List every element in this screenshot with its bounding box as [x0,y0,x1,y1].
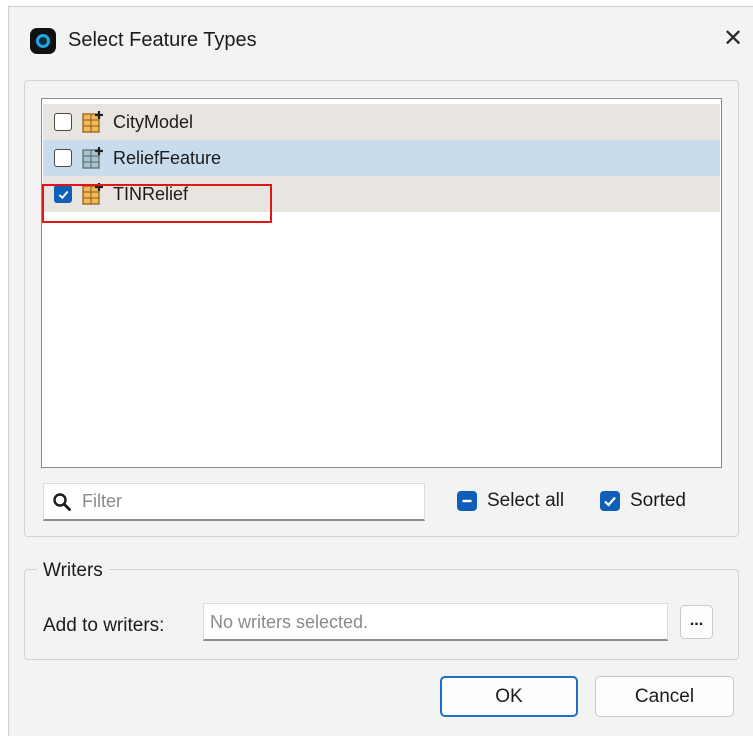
search-icon [53,492,71,511]
title-bar: Select Feature Types ✕ [9,7,753,73]
writers-legend: Writers [37,560,109,582]
sorted-label: Sorted [630,490,686,511]
tristate-minus-icon [457,491,477,511]
browse-writers-button[interactable]: ... [680,605,713,639]
feature-type-table-icon [82,111,103,133]
feature-type-table-icon [82,147,103,169]
checkbox-citymodel[interactable] [54,113,72,131]
filter-box [43,483,425,521]
sorted-checkbox[interactable]: Sorted [600,490,686,512]
ok-button[interactable]: OK [440,676,578,717]
list-item-relieffeature[interactable]: ReliefFeature [43,140,720,176]
cancel-button[interactable]: Cancel [595,676,734,717]
select-all-label: Select all [487,490,565,511]
add-to-writers-label: Add to writers: [43,615,165,636]
checkbox-relieffeature[interactable] [54,149,72,167]
list-item-label: ReliefFeature [113,147,222,168]
list-item-label: CityModel [113,111,194,132]
selection-highlight-box [42,184,272,223]
checkmark-icon [600,491,620,511]
filter-input[interactable] [80,490,384,513]
list-item-citymodel[interactable]: CityModel [43,104,720,140]
feature-type-list[interactable]: CityModel ReliefFeature TINRelief [41,98,722,468]
writers-field[interactable]: No writers selected. [203,603,668,641]
close-icon[interactable]: ✕ [721,25,745,53]
dialog-title: Select Feature Types [68,29,257,51]
select-all-checkbox[interactable]: Select all [457,490,564,512]
app-icon [30,28,56,54]
